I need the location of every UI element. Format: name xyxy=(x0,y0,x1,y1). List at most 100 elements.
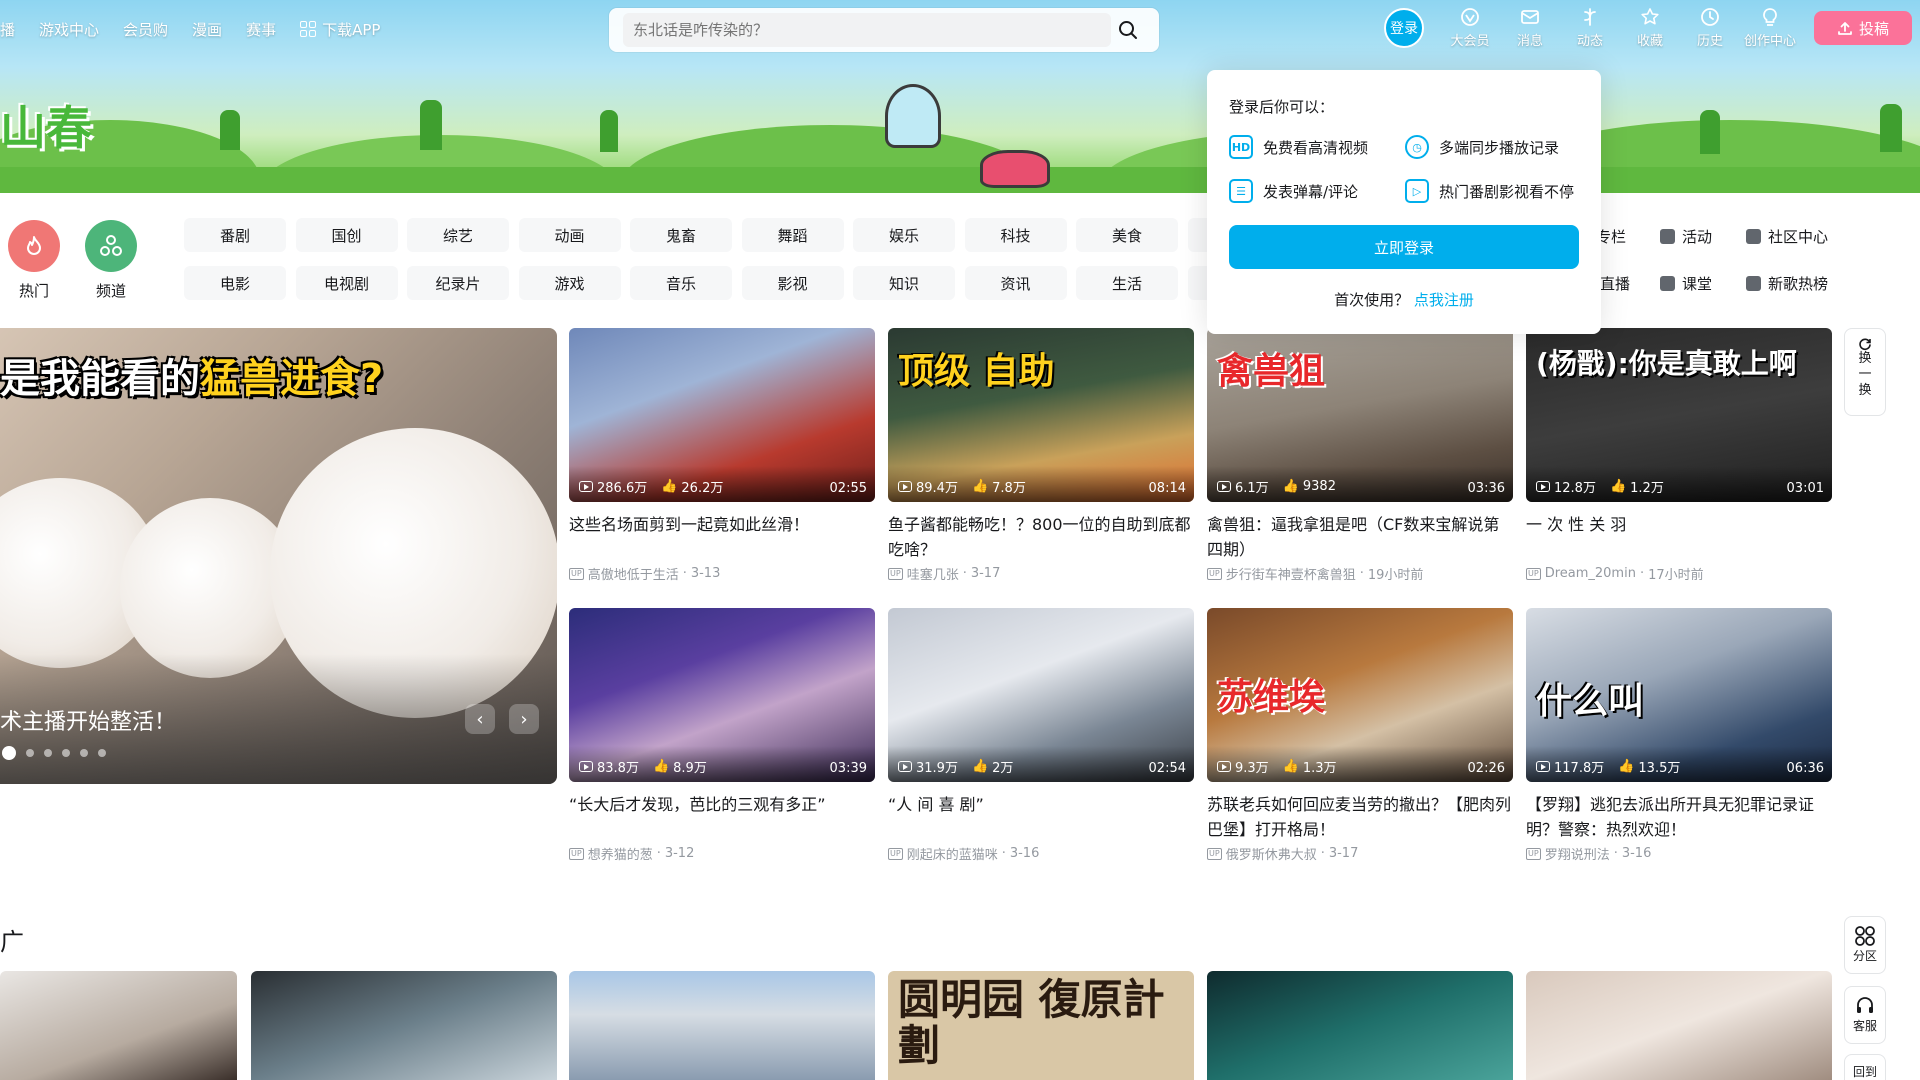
channel-item[interactable]: 动画 xyxy=(518,218,621,252)
nav-manga[interactable]: 漫画 xyxy=(192,19,222,40)
nav-match[interactable]: 赛事 xyxy=(246,19,276,40)
feature-hd-label: 免费看高清视频 xyxy=(1263,138,1369,157)
channel-activity[interactable]: 活动 xyxy=(1660,226,1712,247)
carousel-dot[interactable] xyxy=(2,746,16,760)
video-meta[interactable]: UP 刚起床的蓝猫咪 · 3-16 xyxy=(888,844,1194,863)
register-link[interactable]: 点我注册 xyxy=(1414,291,1474,309)
search-icon[interactable] xyxy=(1111,13,1145,47)
video-card[interactable]: (杨戬):你是真敢上啊 12.8万 👍 1.2万 03:01 一 次 性 关 羽 U… xyxy=(1526,328,1832,583)
nav-history[interactable]: 历史 xyxy=(1680,4,1740,49)
channel-item[interactable]: 娱乐 xyxy=(853,218,955,252)
video-title[interactable]: “人 间 喜 剧” xyxy=(888,792,1194,842)
channel-live[interactable]: 直播 xyxy=(1600,273,1630,294)
nav-download-app[interactable]: 下载APP xyxy=(300,19,380,40)
video-thumbnail[interactable]: 苏维埃 9.3万 👍 1.3万 02:26 xyxy=(1207,608,1513,782)
channel-item[interactable]: 资讯 xyxy=(964,266,1067,300)
carousel-dot[interactable] xyxy=(26,749,34,757)
carousel-dot[interactable] xyxy=(98,749,106,757)
carousel-prev-button[interactable]: ‹ xyxy=(465,704,495,734)
nav-dynamics[interactable]: 动态 xyxy=(1560,4,1620,49)
nav-mall[interactable]: 会员购 xyxy=(123,19,168,40)
zone-button[interactable]: 分区 xyxy=(1844,916,1886,974)
login-button[interactable]: 立即登录 xyxy=(1229,225,1579,269)
feature-sync-label: 多端同步播放记录 xyxy=(1439,138,1560,157)
channel-item[interactable]: 纪录片 xyxy=(407,266,509,300)
refresh-button[interactable]: 换 一 换 xyxy=(1844,328,1886,416)
video-card[interactable]: 286.6万 👍 26.2万 02:55 这些名场面剪到一起竟如此丝滑！ UP 高傲地… xyxy=(569,328,875,583)
video-card[interactable]: 什么叫 117.8万 👍 13.5万 06:36 【罗翔】逃犯去派出所开具无犯罪记录… xyxy=(1526,608,1832,863)
nav-game-center[interactable]: 游戏中心 xyxy=(39,19,99,40)
promo-card[interactable] xyxy=(0,971,237,1080)
video-title[interactable]: 这些名场面剪到一起竟如此丝滑！ xyxy=(569,512,875,562)
channel-item[interactable]: 美食 xyxy=(1076,218,1178,252)
carousel-dot[interactable] xyxy=(44,749,52,757)
video-meta[interactable]: UP 步行街车神壹杯禽兽狙 · 19小时前 xyxy=(1207,564,1513,583)
video-title[interactable]: 禽兽狙：逼我拿狙是吧（CF数来宝解说第四期） xyxy=(1207,512,1513,562)
channel-item[interactable]: 知识 xyxy=(853,266,955,300)
upload-button[interactable]: 投稿 xyxy=(1814,11,1912,45)
video-thumbnail[interactable]: 31.9万 👍 2万 02:54 xyxy=(888,608,1194,782)
banner-logo[interactable]: 山春 xyxy=(0,92,92,158)
nav-favorites[interactable]: 收藏 xyxy=(1620,4,1680,49)
promo-card[interactable]: 圆明园 復原計劃 xyxy=(888,971,1194,1080)
video-thumbnail[interactable]: 禽兽狙 6.1万 👍 9382 03:36 xyxy=(1207,328,1513,502)
video-thumbnail[interactable]: 83.8万 👍 8.9万 03:39 xyxy=(569,608,875,782)
nav-live[interactable]: 播 xyxy=(0,19,15,40)
video-meta[interactable]: UP 哇塞几张 · 3-17 xyxy=(888,564,1194,583)
video-title[interactable]: 鱼子酱都能畅吃！？800一位的自助到底都吃啥？ xyxy=(888,512,1194,562)
channel-item[interactable]: 生活 xyxy=(1076,266,1178,300)
video-meta[interactable]: UP 罗翔说刑法 · 3-16 xyxy=(1526,844,1832,863)
channel-item[interactable]: 音乐 xyxy=(630,266,732,300)
video-card[interactable]: 83.8万 👍 8.9万 03:39 “长大后才发现，芭比的三观有多正” UP 想养猫… xyxy=(569,608,875,863)
channel-item[interactable]: 鬼畜 xyxy=(630,218,732,252)
video-meta[interactable]: UP 俄罗斯休弗大叔 · 3-17 xyxy=(1207,844,1513,863)
video-meta[interactable]: UP 高傲地低于生活 · 3-13 xyxy=(569,564,875,583)
wind-icon xyxy=(1584,8,1596,26)
channel-item[interactable]: 电影 xyxy=(184,266,286,300)
video-thumbnail[interactable]: 什么叫 117.8万 👍 13.5万 06:36 xyxy=(1526,608,1832,782)
carousel-dot[interactable] xyxy=(80,749,88,757)
video-card[interactable]: 苏维埃 9.3万 👍 1.3万 02:26 苏联老兵如何回应麦当劳的撤出？【肥肉列巴… xyxy=(1207,608,1513,863)
video-thumbnail[interactable]: 286.6万 👍 26.2万 02:55 xyxy=(569,328,875,502)
carousel-dot[interactable] xyxy=(62,749,70,757)
video-card[interactable]: 31.9万 👍 2万 02:54 “人 间 喜 剧” UP 刚起床的蓝猫咪 · 3-16 xyxy=(888,608,1194,863)
video-thumbnail[interactable]: (杨戬):你是真敢上啊 12.8万 👍 1.2万 03:01 xyxy=(1526,328,1832,502)
login-avatar-button[interactable]: 登录 xyxy=(1384,8,1424,48)
nav-messages[interactable]: 消息 xyxy=(1500,4,1560,49)
back-to-top-button[interactable]: 回到 xyxy=(1844,1054,1886,1080)
hero-carousel[interactable]: 是我能看的猛兽进食? 术主播开始整活！ ‹ › xyxy=(0,328,557,784)
video-thumbnail[interactable]: 顶级 自助 89.4万 👍 7.8万 08:14 xyxy=(888,328,1194,502)
nav-vip[interactable]: 大会员 xyxy=(1440,4,1500,49)
channel-item[interactable]: 番剧 xyxy=(184,218,286,252)
promo-card[interactable] xyxy=(569,971,875,1080)
promo-card[interactable] xyxy=(1207,971,1513,1080)
carousel-next-button[interactable]: › xyxy=(509,704,539,734)
promo-card[interactable] xyxy=(251,971,557,1080)
channel-community[interactable]: 社区中心 xyxy=(1746,226,1828,247)
search-input[interactable] xyxy=(623,13,1111,47)
channel-item[interactable]: 综艺 xyxy=(407,218,509,252)
video-title[interactable]: “长大后才发现，芭比的三观有多正” xyxy=(569,792,875,842)
channel-item[interactable]: 电视剧 xyxy=(295,266,398,300)
feature-comment: ☰ 发表弹幕/评论 xyxy=(1229,179,1405,203)
channel-item[interactable]: 游戏 xyxy=(518,266,621,300)
video-card[interactable]: 顶级 自助 89.4万 👍 7.8万 08:14 鱼子酱都能畅吃！？800一位的自助… xyxy=(888,328,1194,583)
channel-channels[interactable]: 频道 xyxy=(83,220,139,301)
channel-item[interactable]: 影视 xyxy=(741,266,844,300)
channel-course[interactable]: 课堂 xyxy=(1660,273,1712,294)
channel-new-songs[interactable]: 新歌热榜 xyxy=(1746,273,1828,294)
carousel-caption[interactable]: 术主播开始整活！ xyxy=(0,704,176,736)
channel-item[interactable]: 科技 xyxy=(964,218,1067,252)
channel-hot[interactable]: 热门 xyxy=(6,220,62,301)
channel-item[interactable]: 国创 xyxy=(295,218,398,252)
nav-creator-center[interactable]: 创作中心 xyxy=(1740,4,1800,49)
channel-item[interactable]: 舞蹈 xyxy=(741,218,844,252)
video-title[interactable]: 苏联老兵如何回应麦当劳的撤出？【肥肉列巴堡】打开格局！ xyxy=(1207,792,1513,842)
video-title[interactable]: 【罗翔】逃犯去派出所开具无犯罪记录证明？警察：热烈欢迎！ xyxy=(1526,792,1832,842)
video-title[interactable]: 一 次 性 关 羽 xyxy=(1526,512,1832,562)
video-card[interactable]: 禽兽狙 6.1万 👍 9382 03:36 禽兽狙：逼我拿狙是吧（CF数来宝解说第四… xyxy=(1207,328,1513,583)
video-meta[interactable]: UP Dream_20min · 17小时前 xyxy=(1526,564,1832,583)
video-meta[interactable]: UP 想养猫的葱 · 3-12 xyxy=(569,844,875,863)
customer-service-button[interactable]: 客服 xyxy=(1844,986,1886,1044)
promo-card[interactable] xyxy=(1526,971,1832,1080)
